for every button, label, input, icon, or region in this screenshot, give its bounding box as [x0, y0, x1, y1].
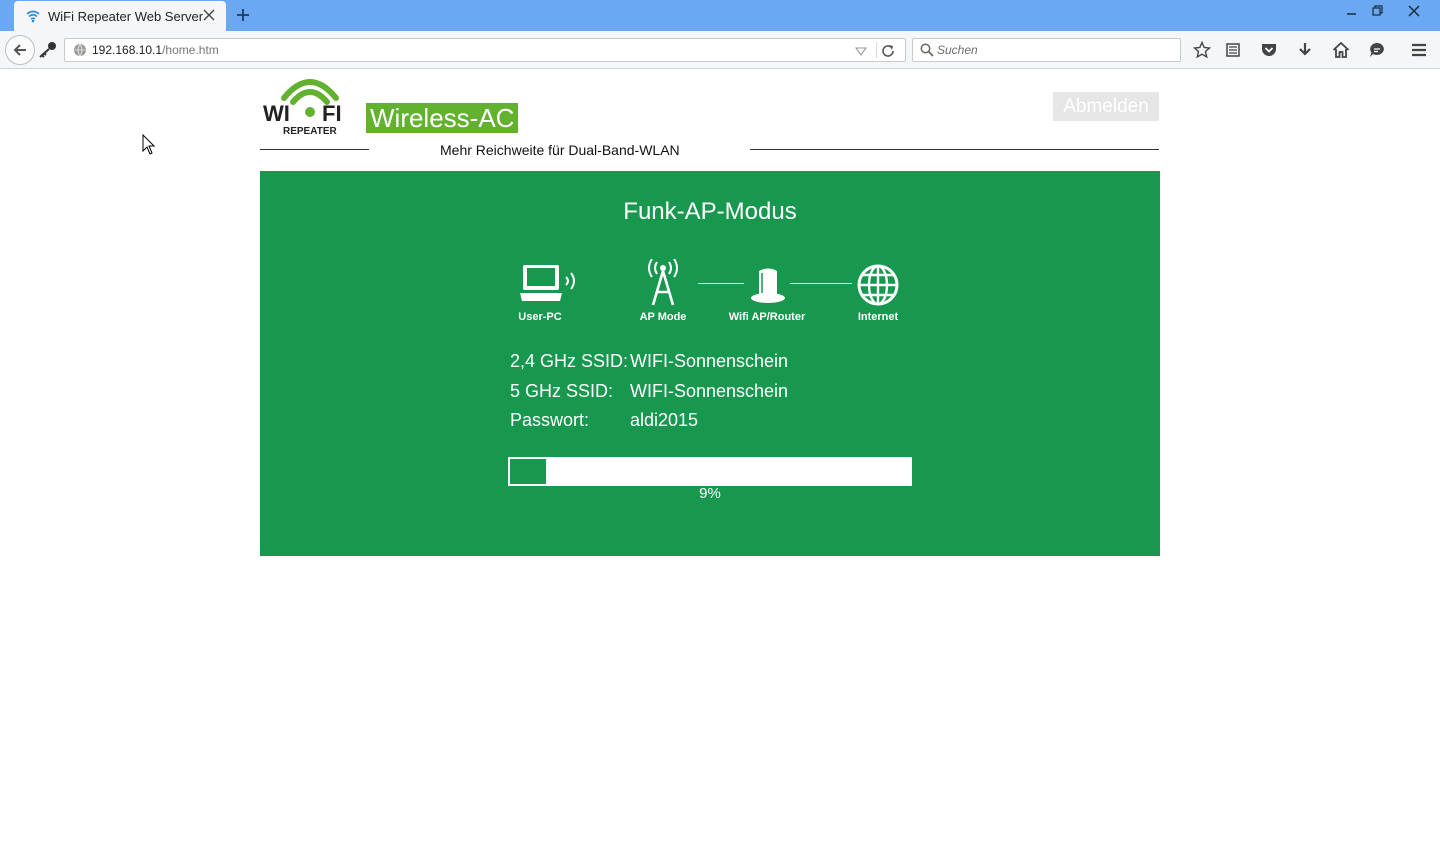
tab-title: WiFi Repeater Web Server: [48, 8, 204, 24]
chat-icon[interactable]: [1367, 40, 1387, 60]
info-label: 5 GHz SSID:: [510, 381, 614, 401]
laptop-icon: [520, 263, 582, 310]
browser-titlebar: WiFi Repeater Web Server: [0, 0, 1440, 31]
menu-icon[interactable]: [1409, 40, 1429, 60]
info-label: 2,4 GHz SSID:: [510, 351, 629, 371]
diagram-connector-2: [790, 283, 852, 284]
globe-icon: [856, 263, 900, 312]
mouse-cursor-icon: [142, 133, 156, 156]
browser-tab[interactable]: WiFi Repeater Web Server: [14, 1, 226, 31]
logout-button[interactable]: Abmelden: [1053, 92, 1159, 121]
tagline: Mehr Reichweite für Dual-Band-WLAN: [440, 142, 680, 158]
browser-navbar: 192.168.10.1/home.htm: [0, 31, 1440, 69]
logo-wi-text: WI: [263, 101, 290, 126]
panel-title: Funk-AP-Modus: [623, 198, 797, 225]
url-bar[interactable]: 192.168.10.1/home.htm: [64, 38, 906, 62]
search-bar[interactable]: [912, 38, 1181, 62]
pocket-icon[interactable]: [1259, 40, 1279, 60]
diagram-label-internet: Internet: [857, 311, 899, 323]
logo-sub-text: REPEATER: [283, 126, 337, 136]
diagram-label-user-pc: User-PC: [518, 311, 562, 323]
info-label: Passwort:: [510, 410, 590, 430]
reload-icon[interactable]: [880, 43, 896, 59]
close-tab-icon[interactable]: [202, 8, 216, 22]
url-separator: [876, 42, 877, 58]
info-value: aldi2015: [630, 410, 699, 430]
url-text[interactable]: 192.168.10.1/home.htm: [92, 43, 219, 57]
new-tab-icon[interactable]: [233, 5, 253, 25]
network-diagram: User-PC AP Mode Wifi AP/Router Internet: [510, 258, 910, 329]
search-input[interactable]: [937, 40, 1173, 60]
home-icon[interactable]: [1331, 40, 1351, 60]
key-icon[interactable]: [38, 41, 58, 59]
download-icon[interactable]: [1295, 40, 1315, 60]
bookmark-star-icon[interactable]: [1192, 40, 1212, 60]
antenna-icon: [648, 258, 678, 312]
wifi-logo-icon: WI FI REPEATER: [263, 79, 342, 137]
diagram-connector-1: [698, 283, 744, 284]
brand-title: Wireless-AC: [366, 103, 519, 133]
wifi-repeater-logo: WI FI REPEATER: [262, 72, 354, 137]
progress-fill: [510, 459, 546, 484]
page-content: WI FI REPEATER Wireless-AC Abmelden Mehr…: [0, 70, 1440, 860]
progress-bar: [508, 457, 912, 486]
info-value: WIFI-Sonnenschein: [630, 351, 789, 371]
history-dropdown-icon[interactable]: [854, 44, 868, 56]
diagram-label-router: Wifi AP/Router: [728, 311, 806, 323]
logo-fi-text: FI: [322, 101, 342, 126]
info-value: WIFI-Sonnenschein: [630, 381, 789, 401]
header-divider-right: [750, 149, 1159, 150]
site-info-icon[interactable]: [73, 43, 87, 57]
url-host: 192.168.10.1: [92, 43, 163, 57]
header-divider-left: [260, 149, 369, 150]
router-icon: [750, 267, 786, 310]
window-close-icon[interactable]: [1396, 0, 1432, 22]
progress-text: 9%: [699, 485, 721, 502]
diagram-label-ap-mode: AP Mode: [639, 311, 687, 323]
search-icon: [920, 43, 934, 57]
arrow-left-icon: [13, 44, 26, 56]
ap-mode-panel: Funk-AP-Modus User-PC AP Mode Wifi AP/Ro…: [260, 171, 1160, 556]
reading-list-icon[interactable]: [1223, 40, 1243, 60]
url-path: /home.htm: [162, 43, 219, 57]
restore-icon[interactable]: [1360, 0, 1396, 22]
wifi-tab-icon: [26, 9, 40, 23]
back-button[interactable]: [5, 35, 35, 65]
